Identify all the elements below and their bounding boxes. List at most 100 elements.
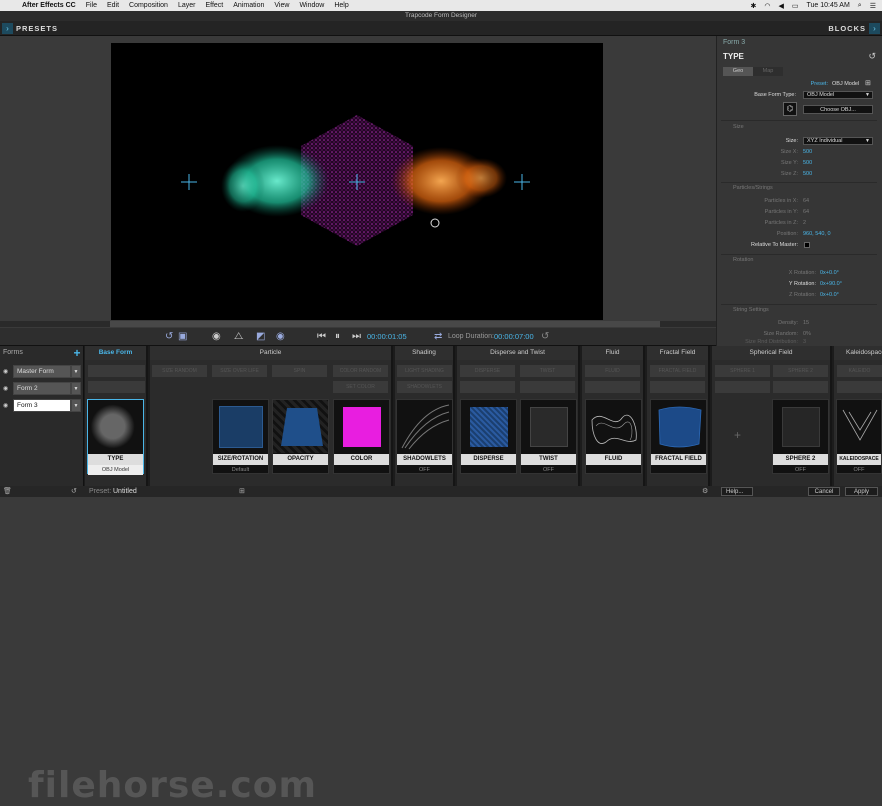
trash-icon[interactable]: 🗑: [3, 486, 12, 497]
help-button[interactable]: Help...: [721, 487, 753, 496]
size-x-value[interactable]: 500: [803, 149, 812, 155]
form-name[interactable]: Form 3: [13, 399, 71, 412]
block-card-shadowlets[interactable]: SHADOWLETS OFF: [396, 399, 453, 474]
presets-toggle-button[interactable]: ›: [2, 23, 13, 34]
skip-forward-icon[interactable]: ⏭: [352, 331, 361, 343]
current-timecode[interactable]: 00:00:01:05: [367, 331, 407, 343]
density-value[interactable]: 15: [803, 320, 809, 326]
column-header: Kaleidospace: [834, 346, 882, 360]
bluetooth-icon[interactable]: ✱: [750, 2, 756, 10]
apply-button[interactable]: Apply: [845, 487, 878, 496]
loop-duration-value[interactable]: 00:00:07:00: [494, 331, 534, 343]
wifi-icon[interactable]: ◠: [764, 2, 770, 10]
menu-help[interactable]: Help: [334, 2, 348, 9]
save-preset-icon[interactable]: ⊞: [239, 486, 245, 497]
block-card-type[interactable]: TYPE OBJ Model: [87, 399, 144, 475]
choose-obj-button[interactable]: Choose OBJ...: [803, 105, 873, 114]
tab-map[interactable]: Map: [753, 67, 783, 76]
card-label: TWIST: [521, 454, 576, 465]
form-row-form2[interactable]: ◉ Form 2 ▼: [3, 382, 81, 395]
menu-edit[interactable]: Edit: [107, 2, 119, 9]
form-name[interactable]: Master Form: [13, 365, 71, 378]
size-mode-select[interactable]: XYZ Individual: [803, 137, 873, 145]
blocks-label[interactable]: BLOCKS: [828, 21, 866, 36]
reset-form-icon[interactable]: ↺: [71, 486, 77, 497]
eye-icon[interactable]: ◉: [3, 402, 8, 409]
menu-window[interactable]: Window: [299, 2, 324, 9]
chevron-down-icon[interactable]: ▼: [71, 365, 81, 378]
type-thumbnail: [88, 400, 143, 453]
base-form-type-select[interactable]: OBJ Model: [803, 91, 873, 99]
block-card-kaleidospace[interactable]: KALEIDOSPACE OFF: [836, 399, 882, 474]
size-z-value[interactable]: 500: [803, 171, 812, 177]
block-card-opacity[interactable]: OPACITY: [272, 399, 329, 474]
block-card-size-rotation[interactable]: SIZE/ROTATION Default: [212, 399, 269, 474]
reset-icon[interactable]: ↺: [868, 51, 876, 62]
loop-icon[interactable]: ⇄: [434, 331, 442, 343]
menu-animation[interactable]: Animation: [233, 2, 264, 9]
size-rnd-distribution-value[interactable]: 3: [803, 339, 806, 345]
block-card-sphere-2[interactable]: SPHERE 2 OFF: [772, 399, 829, 474]
pause-icon[interactable]: ⏸: [335, 331, 340, 343]
preset-name[interactable]: Untitled: [113, 486, 137, 497]
panel-header: TYPE: [723, 52, 744, 61]
preset-label: Preset:: [89, 488, 112, 495]
frame-icon[interactable]: ◩: [256, 331, 265, 343]
tab-geo[interactable]: Geo: [723, 67, 753, 76]
skip-back-icon[interactable]: ⏮: [317, 331, 326, 343]
camera-icon[interactable]: ▣: [178, 331, 187, 343]
size-y-value[interactable]: 500: [803, 160, 812, 166]
x-rotation-value[interactable]: 0x+0.0°: [820, 270, 839, 276]
save-preset-icon[interactable]: ⊞: [865, 79, 871, 87]
cancel-button[interactable]: Cancel: [808, 487, 840, 496]
block-card-disperse[interactable]: DISPERSE: [460, 399, 517, 474]
position-value[interactable]: 960, 540, 0: [803, 231, 831, 237]
block-card-fractal-field[interactable]: FRACTAL FIELD: [650, 399, 707, 474]
form-row-form3[interactable]: ◉ Form 3 ▼: [3, 399, 81, 412]
menu-file[interactable]: File: [86, 2, 97, 9]
eye-icon[interactable]: ◉: [3, 368, 8, 375]
perspective-icon[interactable]: ⧍: [234, 331, 243, 343]
particles-y-value[interactable]: 64: [803, 209, 809, 215]
gear-icon[interactable]: ⚙: [702, 486, 708, 497]
add-block-icon[interactable]: +: [734, 428, 741, 442]
menu-app-name[interactable]: After Effects CC: [22, 2, 76, 9]
card-label: SHADOWLETS: [397, 454, 452, 465]
reset-view-icon[interactable]: ↺: [165, 331, 173, 343]
presets-label[interactable]: PRESETS: [16, 21, 58, 36]
form-name[interactable]: Form 2: [13, 382, 71, 395]
blocks-toggle-button[interactable]: ›: [869, 23, 880, 34]
eye-icon[interactable]: ◉: [3, 385, 8, 392]
add-form-button[interactable]: +: [71, 347, 83, 359]
audio-icon[interactable]: ◉: [212, 331, 221, 343]
z-rotation-value[interactable]: 0x+0.0°: [820, 292, 839, 298]
menu-list-icon[interactable]: ☰: [870, 2, 876, 10]
volume-icon[interactable]: ◀: [778, 2, 783, 10]
menu-effect[interactable]: Effect: [205, 2, 223, 9]
block-card-fluid[interactable]: FLUID: [585, 399, 642, 474]
visibility-eye-icon[interactable]: ◉: [276, 331, 285, 343]
timeline-scrubber[interactable]: [0, 321, 716, 327]
particles-z-label: Particles in Z:: [764, 220, 798, 226]
preview-viewport[interactable]: [111, 43, 603, 320]
menubar-clock[interactable]: Tue 10:45 AM: [806, 2, 849, 9]
loop-reset-icon[interactable]: ↺: [541, 331, 549, 343]
form-row-master[interactable]: ◉ Master Form ▼: [3, 365, 81, 378]
card-sub: [334, 465, 389, 475]
size-random-value[interactable]: 0%: [803, 331, 811, 337]
search-icon[interactable]: ⌕: [858, 2, 862, 10]
rotation-section: Rotation: [733, 257, 754, 263]
y-rotation-value[interactable]: 0x+90.0°: [820, 281, 842, 287]
block-card-color[interactable]: COLOR: [333, 399, 390, 474]
menu-composition[interactable]: Composition: [129, 2, 168, 9]
relative-to-master-checkbox[interactable]: [804, 242, 810, 248]
menu-view[interactable]: View: [274, 2, 289, 9]
particles-z-value[interactable]: 2: [803, 220, 806, 226]
menu-layer[interactable]: Layer: [178, 2, 196, 9]
particles-x-value[interactable]: 64: [803, 198, 809, 204]
battery-icon[interactable]: ▭: [792, 2, 799, 10]
preset-value[interactable]: OBJ Model: [832, 81, 859, 87]
chevron-down-icon[interactable]: ▼: [71, 399, 81, 412]
block-card-twist[interactable]: TWIST OFF: [520, 399, 577, 474]
chevron-down-icon[interactable]: ▼: [71, 382, 81, 395]
